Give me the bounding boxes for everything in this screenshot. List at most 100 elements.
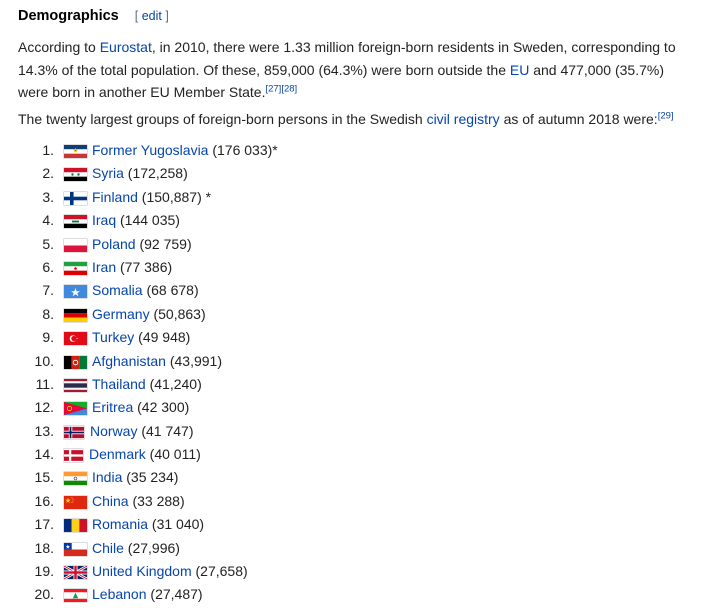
- group-count: (49 948): [134, 329, 191, 346]
- group-count: (150,887) *: [137, 188, 212, 205]
- reference-28[interactable]: [28]: [281, 83, 297, 94]
- list-item: 19. United Kingdom (27,658): [0, 560, 713, 583]
- country-link[interactable]: Former Yugoslavia: [92, 142, 208, 158]
- list-item-entry: China (33 288): [92, 490, 185, 513]
- list-item-number: 10.: [34, 352, 54, 369]
- list-item: 4. Iraq (144 035): [0, 209, 713, 232]
- country-link[interactable]: Chile: [92, 540, 124, 556]
- reference-27[interactable]: [27]: [265, 83, 281, 94]
- poland-flag-icon: [64, 238, 87, 252]
- afghanistan-flag-icon: [64, 355, 87, 369]
- list-item-entry: Poland (92 759): [92, 233, 192, 256]
- eurostat-link[interactable]: Eurostat: [100, 39, 152, 55]
- country-link[interactable]: Poland: [92, 236, 136, 252]
- turkey-flag-icon: [64, 332, 87, 346]
- list-item-entry: Iraq (144 035): [92, 209, 180, 232]
- list-item-entry: Chile (27,996): [92, 537, 180, 560]
- list-item-entry: Norway (41 747): [90, 420, 194, 443]
- group-count: (40 011): [145, 446, 201, 463]
- edit-section: [ edit ]: [135, 9, 169, 23]
- list-item: 3. Finland (150,887) *: [0, 186, 713, 209]
- country-link[interactable]: Afghanistan: [92, 353, 166, 369]
- group-count: (41 747): [137, 422, 194, 439]
- foreign-born-groups-list: 1. Former Yugoslavia (176 033)* 2. Syria…: [0, 139, 713, 607]
- reference-27-link[interactable]: [27]: [265, 83, 281, 94]
- list-item-number: 11.: [35, 375, 54, 392]
- civil-registry-link[interactable]: civil registry: [427, 111, 500, 127]
- country-link[interactable]: Somalia: [92, 282, 143, 298]
- group-count: (27,996): [123, 539, 180, 556]
- list-item: 6. Iran (77 386): [0, 256, 713, 279]
- list-item-entry: Eritrea (42 300): [92, 396, 189, 419]
- chile-flag-icon: [64, 542, 87, 556]
- country-link[interactable]: Eritrea: [92, 399, 133, 415]
- syria-flag-icon: [64, 168, 87, 182]
- list-item-entry: Afghanistan (43,991): [92, 350, 222, 373]
- list-item-entry: Denmark (40 011): [89, 443, 201, 466]
- list-item: 13. Norway (41 747): [0, 420, 713, 443]
- country-link[interactable]: Iraq: [92, 212, 116, 228]
- germany-flag-icon: [64, 308, 87, 322]
- list-intro-text-1: The twenty largest groups of foreign-bor…: [18, 111, 427, 127]
- somalia-flag-icon: [64, 285, 87, 299]
- list-item-number: 8.: [42, 305, 54, 322]
- list-item-number: 9.: [42, 329, 54, 346]
- india-flag-icon: [64, 472, 87, 486]
- eritrea-flag-icon: [64, 402, 87, 416]
- country-link[interactable]: Romania: [92, 516, 148, 532]
- country-link[interactable]: Iran: [92, 259, 116, 275]
- list-item-entry: Turkey (49 948): [92, 326, 190, 349]
- reference-28-link[interactable]: [28]: [281, 83, 297, 94]
- united-kingdom-flag-icon: [64, 566, 87, 580]
- list-item-number: 5.: [42, 235, 54, 252]
- list-item-number: 20.: [34, 586, 54, 603]
- country-link[interactable]: Syria: [92, 165, 124, 181]
- list-item: 10. Afghanistan (43,991): [0, 350, 713, 373]
- list-item: 20. Lebanon (27,487): [0, 583, 713, 606]
- list-intro-text-2: as of autumn 2018 were:: [499, 111, 658, 127]
- group-count: (42 300): [133, 399, 190, 416]
- country-link[interactable]: India: [92, 469, 122, 485]
- thailand-flag-icon: [64, 378, 87, 392]
- group-count: (92 759): [135, 235, 192, 252]
- list-item: 9. Turkey (49 948): [0, 326, 713, 349]
- list-intro-paragraph: The twenty largest groups of foreign-bor…: [18, 108, 694, 131]
- country-link[interactable]: Thailand: [92, 376, 146, 392]
- country-link[interactable]: Denmark: [89, 446, 146, 462]
- list-item-number: 19.: [34, 563, 54, 580]
- group-count: (172,258): [123, 165, 188, 182]
- group-count: (31 040): [148, 516, 205, 533]
- country-link[interactable]: China: [92, 493, 129, 509]
- iraq-flag-icon: [64, 215, 87, 229]
- list-item-number: 13.: [34, 422, 54, 439]
- section-heading: Demographics: [18, 8, 119, 24]
- list-item: 12. Eritrea (42 300): [0, 396, 713, 419]
- group-count: (27,487): [146, 586, 203, 603]
- country-link[interactable]: Finland: [92, 189, 138, 205]
- list-item: 15. India (35 234): [0, 466, 713, 489]
- list-item-number: 12.: [34, 399, 54, 416]
- group-count: (41,240): [145, 375, 202, 392]
- reference-29-link[interactable]: [29]: [658, 110, 674, 121]
- list-item-number: 2.: [42, 165, 54, 182]
- list-item: 11. Thailand (41,240): [0, 373, 713, 396]
- country-link[interactable]: Lebanon: [92, 586, 147, 602]
- reference-29[interactable]: [29]: [658, 110, 674, 121]
- country-link[interactable]: United Kingdom: [92, 563, 192, 579]
- group-count: (50,863): [149, 305, 206, 322]
- edit-link[interactable]: edit: [142, 9, 162, 23]
- list-item-number: 3.: [42, 188, 54, 205]
- group-count: (27,658): [191, 563, 248, 580]
- country-link[interactable]: Turkey: [92, 329, 134, 345]
- list-item-number: 6.: [42, 258, 54, 275]
- list-item-entry: United Kingdom (27,658): [92, 560, 248, 583]
- list-item: 1. Former Yugoslavia (176 033)*: [0, 139, 713, 162]
- eu-link[interactable]: EU: [510, 62, 529, 78]
- list-item-entry: Romania (31 040): [92, 513, 204, 536]
- list-item: 5. Poland (92 759): [0, 233, 713, 256]
- country-link[interactable]: Norway: [90, 423, 137, 439]
- list-item-entry: India (35 234): [92, 466, 178, 489]
- group-count: (176 033)*: [208, 142, 278, 158]
- country-link[interactable]: Germany: [92, 306, 150, 322]
- list-item-entry: Iran (77 386): [92, 256, 172, 279]
